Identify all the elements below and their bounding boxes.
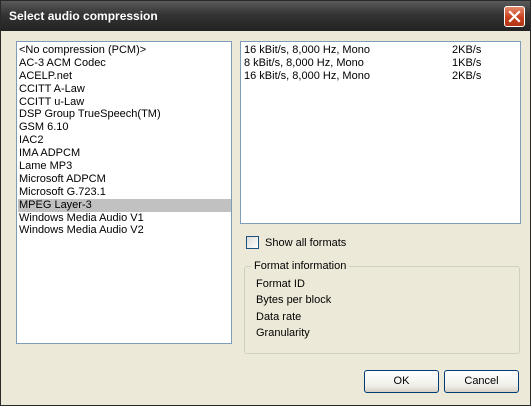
close-icon (508, 10, 521, 23)
bytes-per-block-label: Bytes per block (256, 294, 332, 306)
list-item[interactable]: GSM 6.10 (18, 121, 231, 134)
list-item[interactable]: Microsoft G.723.1 (18, 186, 231, 199)
list-item[interactable]: Lame MP3 (18, 160, 231, 173)
format-description: 8 kBit/s, 8,000 Hz, Mono (244, 56, 364, 69)
list-item[interactable]: DSP Group TrueSpeech(TM) (18, 108, 231, 121)
list-item[interactable]: Windows Media Audio V1 (18, 212, 231, 225)
format-rate: 2KB/s (452, 69, 482, 82)
format-row[interactable]: 8 kBit/s, 8,000 Hz, Mono 1KB/s (244, 57, 520, 70)
format-list[interactable]: 16 kBit/s, 8,000 Hz, Mono 2KB/s 8 kBit/s… (240, 41, 521, 224)
format-id-label: Format ID (256, 278, 305, 290)
format-rate: 2KB/s (452, 44, 482, 56)
title-bar[interactable]: Select audio compression (1, 1, 530, 31)
compressor-list[interactable]: <No compression (PCM)> AC-3 ACM Codec AC… (16, 41, 232, 344)
list-item[interactable]: CCITT A-Law (18, 83, 231, 96)
dialog-window: Select audio compression <No compression… (0, 0, 531, 406)
format-info-title: Format information (251, 260, 350, 273)
list-item[interactable]: ACELP.net (18, 70, 231, 83)
list-item[interactable]: Microsoft ADPCM (18, 173, 231, 186)
list-item[interactable]: IAC2 (18, 134, 231, 147)
format-row[interactable]: 16 kBit/s, 8,000 Hz, Mono 2KB/s (244, 70, 520, 83)
show-all-formats-label[interactable]: Show all formats (265, 236, 346, 250)
close-button[interactable] (504, 6, 525, 27)
list-item-selected[interactable]: MPEG Layer-3 (18, 198, 231, 212)
format-rate: 1KB/s (452, 56, 482, 69)
cancel-button[interactable]: Cancel (444, 370, 519, 393)
list-item[interactable]: Windows Media Audio V2 (18, 224, 231, 237)
format-description: 16 kBit/s, 8,000 Hz, Mono (244, 44, 370, 56)
granularity-label: Granularity (256, 327, 310, 339)
show-all-formats-checkbox[interactable] (246, 236, 259, 249)
dialog-title: Select audio compression (9, 9, 158, 23)
data-rate-label: Data rate (256, 311, 302, 323)
format-row[interactable]: 16 kBit/s, 8,000 Hz, Mono 2KB/s (244, 44, 520, 57)
list-item[interactable]: IMA ADPCM (18, 147, 231, 160)
format-description: 16 kBit/s, 8,000 Hz, Mono (244, 69, 370, 82)
list-item[interactable]: AC-3 ACM Codec (18, 57, 231, 70)
ok-button[interactable]: OK (364, 370, 439, 393)
list-item[interactable]: <No compression (PCM)> (18, 44, 231, 57)
list-item[interactable]: CCITT u-Law (18, 96, 231, 109)
